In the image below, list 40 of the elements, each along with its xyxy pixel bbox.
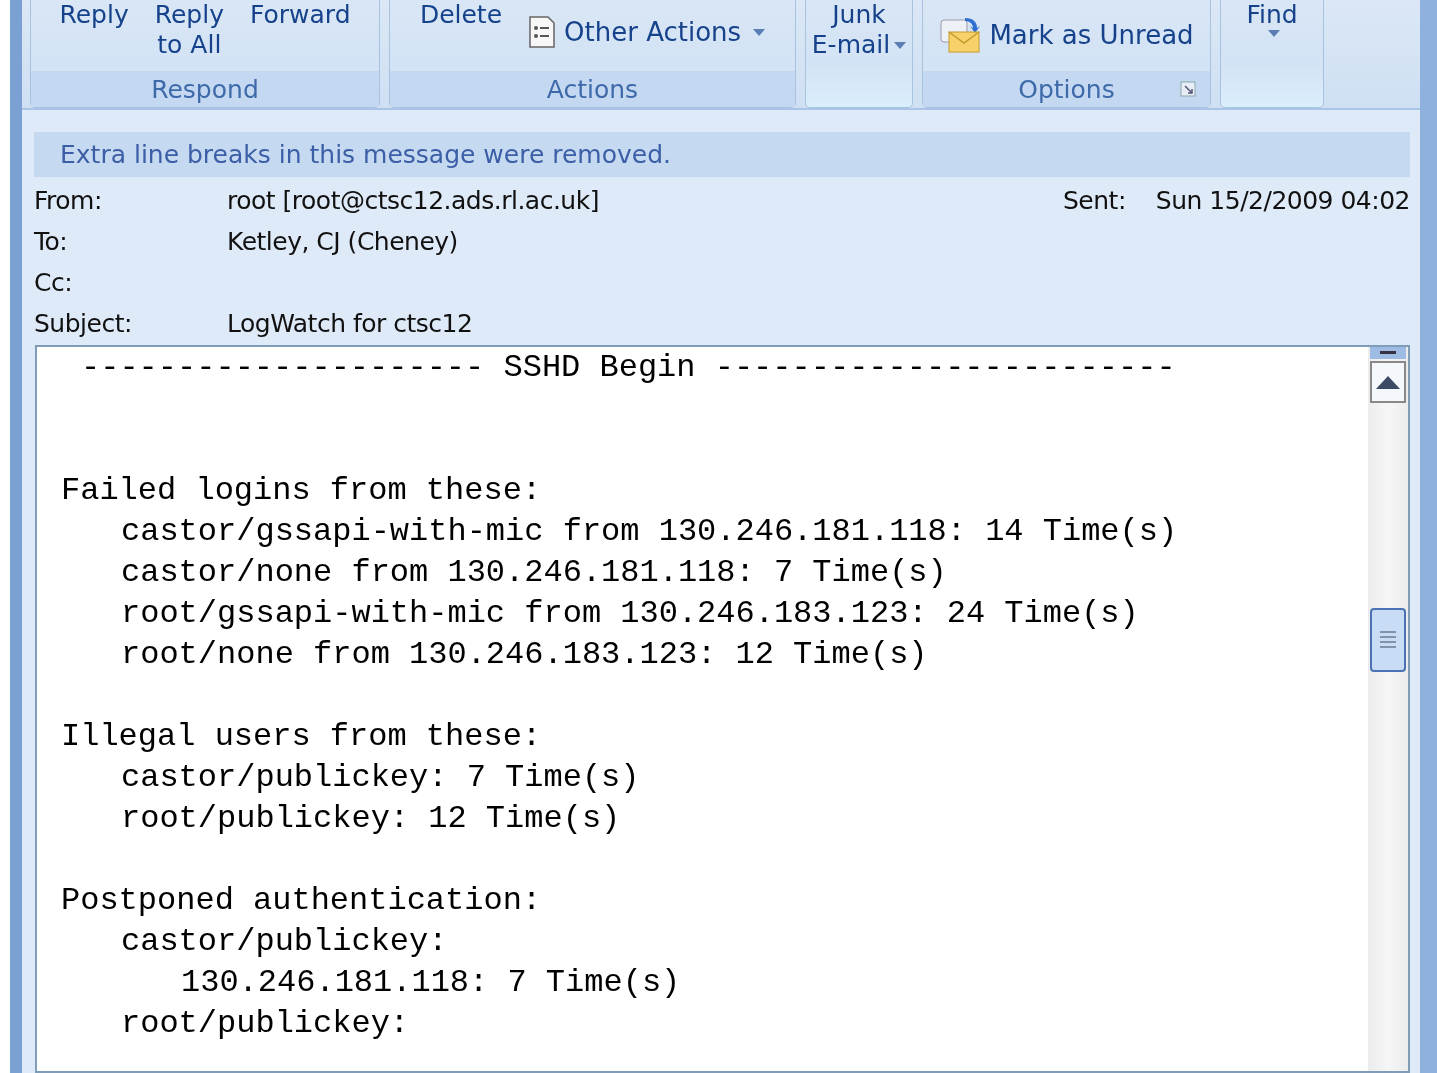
scrollbar[interactable] xyxy=(1368,347,1408,1071)
ribbon-button[interactable]: Reply to All xyxy=(154,0,224,60)
scroll-up-icon[interactable] xyxy=(1370,347,1406,403)
message-line: root/publickey: 12 Time(s) xyxy=(120,799,622,839)
message-line: castor/gssapi-with-mic from 130.246.181.118: 14 Time(s) xyxy=(120,512,1179,552)
message-line: --------------------- SSHD Begin ------------------------ xyxy=(80,348,1177,388)
message-line: castor/none from 130.246.181.118: 7 Time(s) xyxy=(120,553,948,593)
field-label: To: xyxy=(34,226,69,258)
group-label: Respond xyxy=(151,74,259,104)
document-icon xyxy=(528,16,557,48)
message-line: root/gssapi-with-mic from 130.246.183.123: 24 Time(s) xyxy=(120,594,1140,634)
scroll-thumb-icon[interactable] xyxy=(1370,608,1406,672)
message-line: root/none from 130.246.183.123: 12 Time(s) xyxy=(120,635,929,675)
group-label: Actions xyxy=(546,74,639,104)
field-label: Subject: xyxy=(34,308,133,340)
field-value: LogWatch for ctsc12 xyxy=(227,308,474,340)
message-line: Failed logins from these: xyxy=(61,471,543,511)
message-line: 130.246.181.118: 7 Time(s) xyxy=(180,963,682,1003)
ribbon-button[interactable]: Mark as Unread xyxy=(939,16,1194,54)
field-label: Cc: xyxy=(34,267,74,299)
ribbon-button[interactable]: Find xyxy=(1246,0,1298,37)
ribbon-button[interactable]: Other Actions xyxy=(528,16,766,48)
field-value: root [root@ctsc12.ads.rl.ac.uk] xyxy=(227,185,599,217)
ribbon-button[interactable]: Reply xyxy=(59,0,129,30)
message-line: castor/publickey: xyxy=(120,922,449,962)
envelope-icon xyxy=(939,16,982,54)
ribbon-button[interactable]: Delete xyxy=(419,0,503,30)
field-label: From: xyxy=(34,185,103,217)
dialog-launcher-icon[interactable] xyxy=(1180,81,1196,97)
ribbon-button[interactable]: Forward xyxy=(249,0,351,30)
info-bar: Extra line breaks in this message were removed. xyxy=(34,132,1410,177)
message-line: castor/publickey: 7 Time(s) xyxy=(120,758,641,798)
message-line: Illegal users from these: xyxy=(61,717,543,757)
field-value: Sun 15/2/2009 04:02 xyxy=(1155,185,1410,217)
group-label: Options xyxy=(1018,74,1115,104)
message-line: root/publickey: xyxy=(120,1004,411,1044)
message-line: Postponed authentication: xyxy=(61,881,543,921)
field-value: Ketley, CJ (Cheney) xyxy=(227,226,459,258)
ribbon-button[interactable]: Junk E-mail xyxy=(811,0,907,60)
field-label: Sent: xyxy=(1063,185,1126,217)
